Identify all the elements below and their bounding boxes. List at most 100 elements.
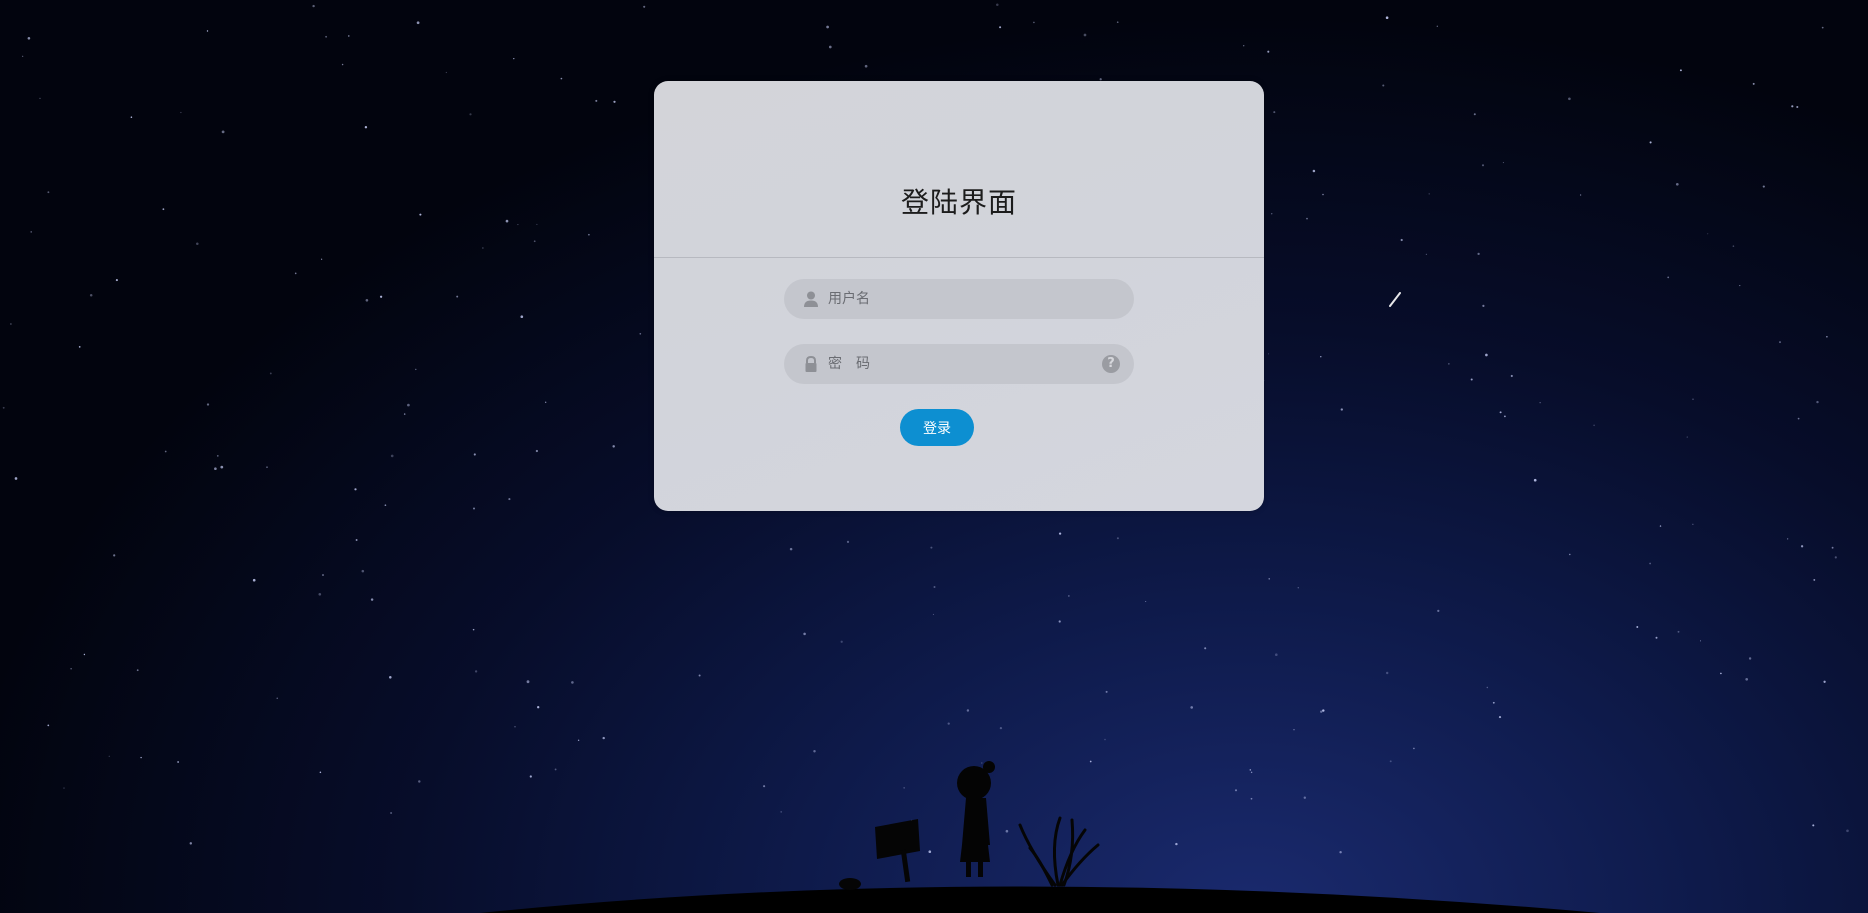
star: [981, 762, 983, 764]
star: [164, 450, 167, 453]
star: [1425, 253, 1428, 256]
star: [1649, 141, 1652, 144]
star: [514, 726, 516, 728]
star: [196, 242, 199, 246]
star: [1058, 532, 1062, 535]
star: [602, 736, 605, 740]
star: [2, 406, 5, 409]
star: [1686, 436, 1689, 438]
star: [39, 97, 41, 100]
username-field[interactable]: [784, 279, 1134, 319]
star: [1116, 537, 1119, 540]
star: [1340, 408, 1343, 411]
star: [162, 208, 165, 211]
star: [276, 697, 278, 699]
star: [355, 539, 358, 541]
star: [1268, 578, 1270, 580]
star: [1175, 842, 1178, 846]
star: [1400, 238, 1403, 242]
star: [1748, 657, 1752, 660]
star: [1275, 653, 1278, 656]
star: [1779, 341, 1781, 344]
star: [136, 669, 139, 672]
star: [803, 632, 806, 636]
signpost-silhouette: [839, 819, 920, 890]
star: [216, 455, 219, 457]
star: [1649, 562, 1651, 565]
star: [30, 231, 32, 233]
star: [325, 35, 328, 38]
star: [379, 295, 383, 298]
star: [560, 77, 563, 80]
star: [1322, 709, 1325, 712]
star: [763, 785, 766, 788]
star: [1579, 194, 1582, 196]
login-button[interactable]: 登录: [900, 409, 974, 446]
star: [1568, 97, 1571, 101]
star: [321, 258, 323, 260]
star: [1510, 374, 1513, 378]
star: [1679, 69, 1682, 72]
star: [1190, 706, 1194, 709]
password-input[interactable]: [828, 344, 1088, 384]
star: [1720, 672, 1722, 675]
password-field[interactable]: ?: [784, 344, 1134, 384]
star: [639, 332, 642, 335]
star: [1320, 710, 1323, 713]
star: [1831, 546, 1834, 549]
star: [1762, 185, 1765, 188]
username-input[interactable]: [828, 279, 1088, 319]
star: [389, 676, 392, 679]
star: [1428, 193, 1430, 195]
star: [354, 488, 357, 491]
star: [469, 113, 472, 116]
star: [1816, 400, 1819, 404]
star: [1745, 677, 1749, 681]
star: [140, 756, 142, 759]
star: [1271, 213, 1273, 215]
star: [1382, 84, 1385, 87]
star: [996, 3, 999, 6]
star: [1675, 182, 1679, 186]
star: [595, 99, 598, 102]
star: [698, 674, 701, 677]
star: [1504, 415, 1506, 418]
star: [180, 111, 182, 114]
star: [1659, 525, 1662, 527]
star: [1482, 304, 1485, 307]
star: [1677, 630, 1680, 633]
star: [828, 45, 832, 49]
star: [999, 726, 1003, 730]
star: [1569, 553, 1571, 556]
star: [474, 670, 478, 673]
star: [789, 547, 793, 551]
star: [613, 100, 616, 103]
star: [1655, 636, 1658, 639]
star: [930, 546, 933, 549]
star: [252, 578, 256, 582]
star: [1005, 829, 1009, 833]
star: [513, 57, 515, 60]
star: [526, 680, 530, 684]
star: [22, 55, 24, 57]
star: [445, 71, 447, 74]
star: [1692, 523, 1694, 525]
question-circle-icon[interactable]: ?: [1102, 355, 1120, 373]
star: [1796, 105, 1799, 109]
star: [928, 850, 932, 854]
star: [1089, 760, 1092, 763]
star: [221, 130, 225, 134]
star: [1267, 50, 1270, 53]
star: [115, 279, 118, 282]
star: [472, 507, 476, 510]
star: [1470, 378, 1473, 381]
star: [407, 403, 410, 407]
star: [177, 761, 179, 763]
star: [456, 295, 459, 298]
page-title: 登陆界面: [900, 186, 1017, 219]
star: [1498, 716, 1502, 719]
star: [780, 811, 783, 813]
star: [266, 466, 268, 468]
star: [1791, 105, 1794, 108]
star: [1699, 640, 1702, 642]
